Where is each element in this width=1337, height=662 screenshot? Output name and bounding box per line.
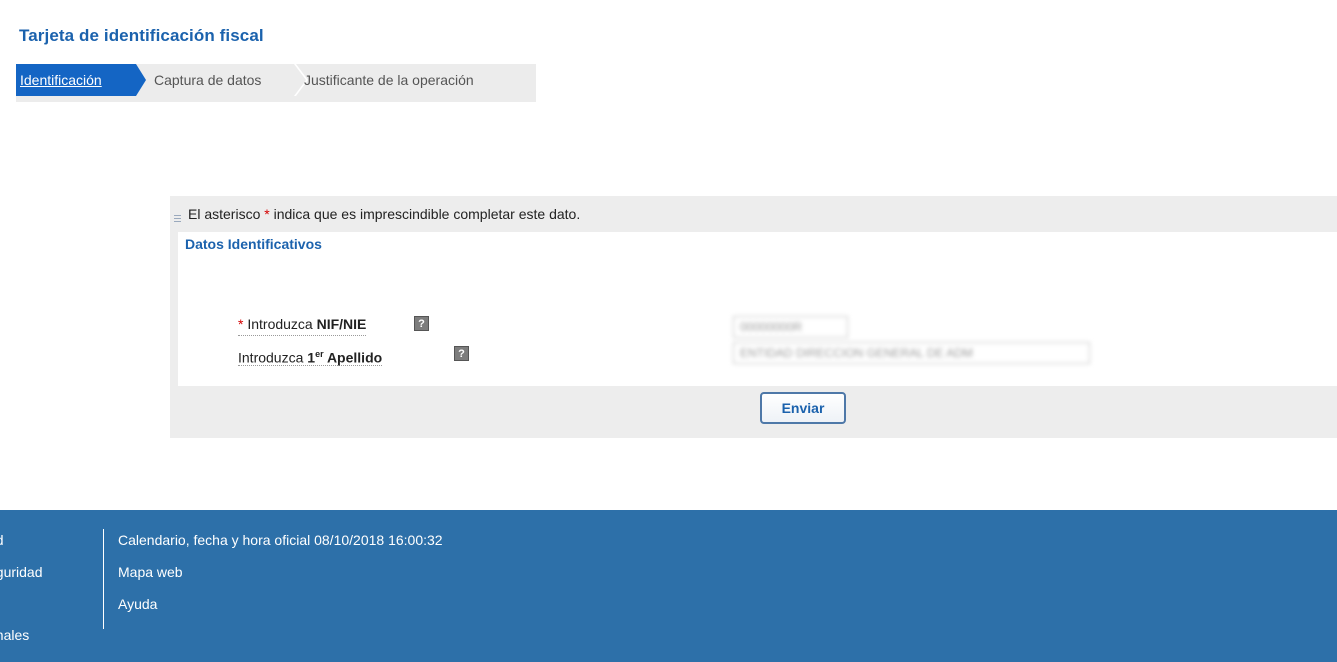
- step-identificacion[interactable]: Identificación: [16, 64, 146, 96]
- surname-label-prefix: Introduzca: [238, 349, 308, 366]
- required-note: El asterisco * indica que es imprescindi…: [170, 204, 1337, 232]
- footer-left-item[interactable]: ad: [0, 532, 4, 548]
- required-asterisk: *: [238, 316, 244, 332]
- footer-divider: [103, 529, 104, 629]
- required-note-text: El asterisco * indica que es imprescindi…: [188, 206, 580, 222]
- footer: ad eguridad onales Calendario, fecha y h…: [0, 510, 1337, 662]
- surname-label: Introduzca 1er Apellido: [238, 344, 383, 366]
- footer-link-sitemap[interactable]: Mapa web: [118, 564, 183, 580]
- help-icon[interactable]: ?: [454, 346, 469, 361]
- step-captura-datos: Captura de datos: [154, 72, 262, 88]
- footer-link-help[interactable]: Ayuda: [118, 596, 157, 612]
- footer-left-item[interactable]: eguridad: [0, 564, 43, 580]
- page-title: Tarjeta de identificación fiscal: [19, 26, 264, 45]
- step-progress-bar: Identificación Captura de datos Justific…: [16, 64, 536, 102]
- step-justificante: Justificante de la operación: [304, 72, 474, 88]
- help-icon[interactable]: ?: [414, 316, 429, 331]
- footer-left-item[interactable]: onales: [0, 627, 29, 643]
- nif-label: * Introduzca NIF/NIE: [238, 314, 367, 336]
- surname-label-sup: er: [315, 349, 324, 359]
- form-fields-area: Datos Identificativos * Introduzca NIF/N…: [178, 232, 1337, 386]
- surname-label-number: 1: [307, 349, 316, 366]
- list-bullet-icon: [174, 215, 181, 222]
- note-prefix: El asterisco: [188, 206, 265, 222]
- section-title: Datos Identificativos: [185, 236, 322, 252]
- surname-label-strong: Apellido: [323, 349, 383, 366]
- nif-label-prefix: Introduzca: [247, 316, 317, 332]
- note-suffix: indica que es imprescindible completar e…: [269, 206, 581, 222]
- nif-label-strong: NIF/NIE: [316, 316, 367, 332]
- identification-form: El asterisco * indica que es imprescindi…: [170, 196, 1337, 438]
- submit-button[interactable]: Enviar: [760, 392, 846, 424]
- nif-input[interactable]: [733, 316, 848, 338]
- surname-input[interactable]: [733, 342, 1090, 364]
- footer-link-calendar[interactable]: Calendario, fecha y hora oficial 08/10/2…: [118, 532, 443, 548]
